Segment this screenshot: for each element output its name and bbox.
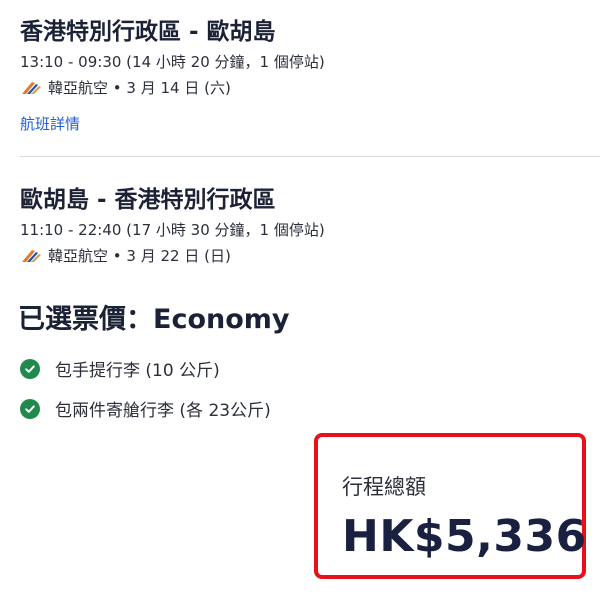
fare-inclusion-label: 包兩件寄艙行李 (各 23公斤) bbox=[55, 401, 271, 421]
selected-fare-title: 已選票價：Economy bbox=[18, 304, 290, 335]
flight-airline-row: 韓亞航空 • 3 月 22 日 (日) bbox=[20, 246, 600, 266]
check-circle-icon bbox=[20, 358, 40, 379]
airline-date-text: 韓亞航空 • 3 月 14 日 (六) bbox=[48, 79, 231, 97]
fare-inclusion-label: 包手提行李 (10 公斤) bbox=[55, 361, 220, 381]
airline-logo-icon bbox=[20, 248, 42, 264]
flight-time-summary: 11:10 - 22:40 (17 小時 30 分鐘，1 個停站) bbox=[20, 221, 325, 239]
trip-total-label: 行程總額 bbox=[342, 475, 426, 499]
check-circle-icon bbox=[20, 398, 40, 419]
outbound-flight: 香港特別行政區 - 歐胡島 13:10 - 09:30 (14 小時 20 分鐘… bbox=[20, 18, 600, 134]
return-flight: 歐胡島 - 香港特別行政區 11:10 - 22:40 (17 小時 30 分鐘… bbox=[20, 186, 600, 266]
fare-inclusion-item: 包手提行李 (10 公斤) bbox=[20, 356, 220, 381]
trip-summary-page: 香港特別行政區 - 歐胡島 13:10 - 09:30 (14 小時 20 分鐘… bbox=[0, 0, 600, 600]
trip-total-box: 行程總額 HK$5,336 bbox=[314, 433, 586, 579]
airline-logo-icon bbox=[20, 80, 42, 96]
flight-route-title: 香港特別行政區 - 歐胡島 bbox=[20, 19, 276, 45]
flight-time-summary: 13:10 - 09:30 (14 小時 20 分鐘，1 個停站) bbox=[20, 53, 325, 71]
fare-inclusion-item: 包兩件寄艙行李 (各 23公斤) bbox=[20, 396, 271, 421]
airline-date-text: 韓亞航空 • 3 月 22 日 (日) bbox=[48, 247, 231, 265]
flight-route-title: 歐胡島 - 香港特別行政區 bbox=[20, 187, 276, 213]
flight-airline-row: 韓亞航空 • 3 月 14 日 (六) bbox=[20, 78, 600, 98]
section-divider bbox=[20, 156, 600, 157]
trip-total-amount: HK$5,336 bbox=[342, 511, 587, 562]
flight-details-link[interactable]: 航班詳情 bbox=[20, 114, 600, 134]
